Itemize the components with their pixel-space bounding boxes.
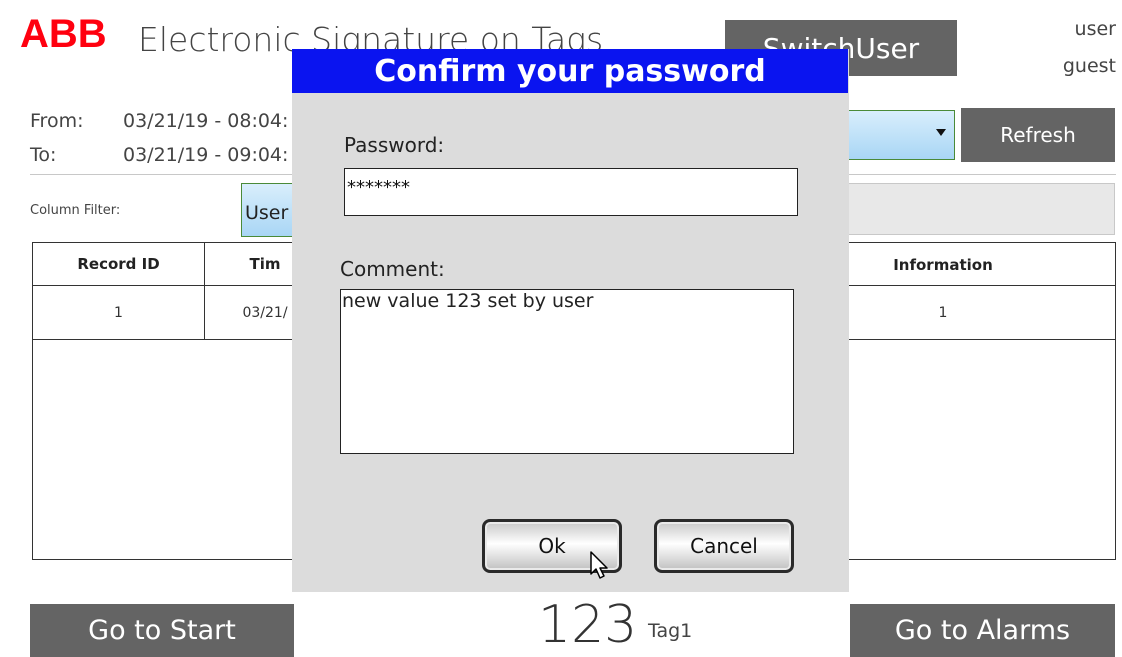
user-label: user bbox=[1074, 18, 1116, 40]
table-cell-information[interactable]: 1 bbox=[848, 286, 1038, 340]
from-label: From: bbox=[30, 110, 84, 132]
abb-logo: ABB bbox=[20, 12, 120, 56]
to-label: To: bbox=[30, 144, 57, 166]
confirm-password-dialog: Confirm your password Password: ******* … bbox=[292, 49, 849, 592]
comment-label: Comment: bbox=[340, 257, 445, 281]
cancel-button[interactable]: Cancel bbox=[654, 519, 794, 573]
go-to-alarms-button[interactable]: Go to Alarms bbox=[850, 604, 1115, 657]
dialog-title: Confirm your password bbox=[292, 49, 848, 93]
go-to-start-button[interactable]: Go to Start bbox=[30, 604, 294, 657]
table-cell-record-id[interactable]: 1 bbox=[33, 286, 204, 340]
chevron-down-icon bbox=[936, 129, 946, 136]
tag-value[interactable]: 123 bbox=[538, 595, 637, 655]
mouse-pointer-icon bbox=[589, 550, 611, 580]
tag-name: Tag1 bbox=[648, 620, 693, 642]
refresh-button[interactable]: Refresh bbox=[961, 108, 1115, 162]
from-value[interactable]: 03/21/19 - 08:04: bbox=[123, 110, 288, 132]
column-header-record-id[interactable]: Record ID bbox=[33, 243, 204, 286]
column-header-information[interactable]: Information bbox=[848, 243, 1038, 286]
range-dropdown[interactable] bbox=[845, 110, 955, 160]
password-field[interactable]: ******* bbox=[344, 168, 798, 216]
column-filter-label: Column Filter: bbox=[30, 203, 121, 218]
comment-field[interactable]: new value 123 set by user bbox=[340, 289, 794, 454]
to-value[interactable]: 03/21/19 - 09:04: bbox=[123, 144, 288, 166]
svg-text:ABB: ABB bbox=[20, 14, 107, 54]
filter-input[interactable] bbox=[845, 183, 1115, 235]
password-label: Password: bbox=[344, 133, 445, 157]
user-value: guest bbox=[1062, 55, 1116, 77]
